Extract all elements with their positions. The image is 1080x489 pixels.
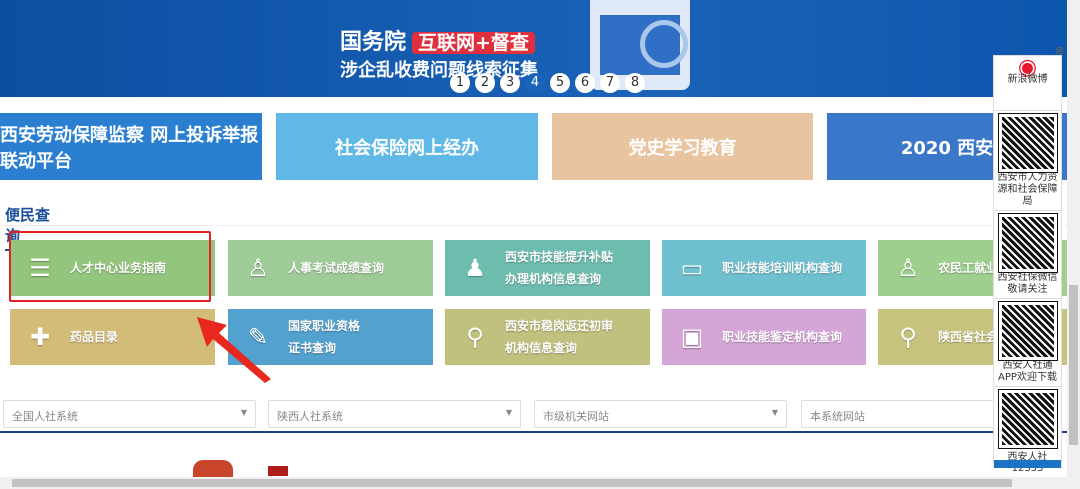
qr-code: [997, 113, 1058, 173]
banner-title: 国务院 互联网+督查: [340, 24, 535, 56]
emblem-icon: [193, 460, 233, 477]
link-banner[interactable]: 西安劳动保障监察 网上投诉举报联动平台: [0, 113, 262, 180]
search-icon: ⚲: [899, 323, 917, 351]
id-card-icon: ▭: [680, 254, 704, 282]
query-tile[interactable]: ▭ 职业技能培训机构查询: [662, 240, 866, 296]
dropdown-system[interactable]: 本系统网站: [801, 400, 1001, 428]
qr-item: 西安社保微信敬请关注: [994, 213, 1061, 299]
divider: [0, 431, 1067, 433]
person-icon: ♙: [247, 254, 269, 282]
chevron-down-icon: ▼: [505, 408, 512, 417]
dropdown-national[interactable]: 全国人社系统 ▼: [3, 400, 256, 428]
query-tile[interactable]: ✚ 药品目录: [10, 309, 215, 365]
qr-item: 西安人社通APP欢迎下载: [994, 301, 1061, 387]
search-icon: ⚲: [466, 323, 484, 351]
horizontal-scrollbar[interactable]: [0, 477, 1080, 489]
elderly-person-icon: ♟: [464, 254, 486, 282]
tile-label: 人事考试成绩查询: [288, 261, 385, 275]
carousel-dot[interactable]: 7: [600, 73, 620, 93]
carousel-dot[interactable]: 3: [500, 73, 520, 93]
link-banner[interactable]: 党史学习教育: [552, 113, 813, 180]
chevron-down-icon: ▼: [240, 408, 247, 417]
dropdown-city[interactable]: 市级机关网站 ▼: [534, 400, 787, 428]
medical-kit-icon: ✚: [29, 323, 51, 351]
carousel-dot[interactable]: 8: [625, 73, 645, 93]
carousel-dot[interactable]: 2: [475, 73, 495, 93]
tile-label: 陕西省社会: [938, 330, 999, 344]
carousel-dot[interactable]: 1: [450, 73, 470, 93]
floating-qr-panel: ⊗ ◉ 新浪微博 西安市人力资源和社会保障局 西安社保微信敬请关注 西安人社通A…: [993, 44, 1064, 474]
person-icon: ♙: [897, 254, 919, 282]
certificate-icon: ▣: [680, 323, 704, 351]
query-tile[interactable]: ⚲ 西安市稳岗返还初审 机构信息查询: [445, 309, 650, 365]
dropdown-shaanxi[interactable]: 陕西人社系统 ▼: [268, 400, 521, 428]
qr-label: 西安人社通APP欢迎下载: [998, 360, 1057, 383]
red-arrow-annotation: [197, 317, 271, 383]
weibo-icon[interactable]: ◉: [994, 57, 1061, 79]
query-tile[interactable]: ♙ 人事考试成绩查询: [228, 240, 433, 296]
query-tile[interactable]: ▣ 职业技能鉴定机构查询: [662, 309, 866, 365]
tile-label: 西安市稳岗返还初审 机构信息查询: [505, 319, 614, 355]
link-banner[interactable]: 社会保险网上经办: [276, 113, 538, 180]
top-banner-carousel[interactable]: 国务院 互联网+督查 涉企乱收费问题线索征集 1 2 3 4 5 6 7 8: [0, 0, 1067, 97]
qr-code: [997, 301, 1058, 361]
weibo-label[interactable]: 新浪微博: [994, 74, 1061, 86]
query-tile[interactable]: ♟ 西安市技能提升补贴 办理机构信息查询: [445, 240, 650, 296]
carousel-pager: 1 2 3 4 5 6 7 8: [450, 73, 645, 93]
section-header: 便民查询: [0, 200, 1067, 251]
tile-label: 国家职业资格 证书查询: [288, 319, 361, 355]
back-to-top-button[interactable]: [994, 460, 1061, 468]
tile-label: 职业技能培训机构查询: [722, 261, 843, 275]
qr-label: 西安市人力资源和社会保障局: [997, 172, 1058, 207]
carousel-dot[interactable]: 5: [550, 73, 570, 93]
tile-label: 农民工就业: [938, 261, 999, 275]
flag-icon: [268, 466, 288, 476]
qr-item: 西安市人力资源和社会保障局: [994, 113, 1061, 211]
chevron-down-icon: ▼: [771, 408, 778, 417]
close-icon[interactable]: ⊗: [1055, 44, 1064, 57]
tile-label: 职业技能鉴定机构查询: [722, 330, 843, 344]
tile-label: 药品目录: [70, 330, 119, 344]
highlight-box: [9, 231, 211, 302]
carousel-dot-active[interactable]: 4: [525, 73, 545, 93]
qr-code: [997, 389, 1058, 449]
vertical-scrollbar[interactable]: [1067, 0, 1080, 477]
qr-code: [997, 213, 1058, 273]
carousel-dot[interactable]: 6: [575, 73, 595, 93]
magnifier-illustration: [640, 20, 688, 68]
qr-label: 西安社保微信敬请关注: [997, 272, 1058, 295]
tile-label: 西安市技能提升补贴 办理机构信息查询: [505, 250, 614, 286]
